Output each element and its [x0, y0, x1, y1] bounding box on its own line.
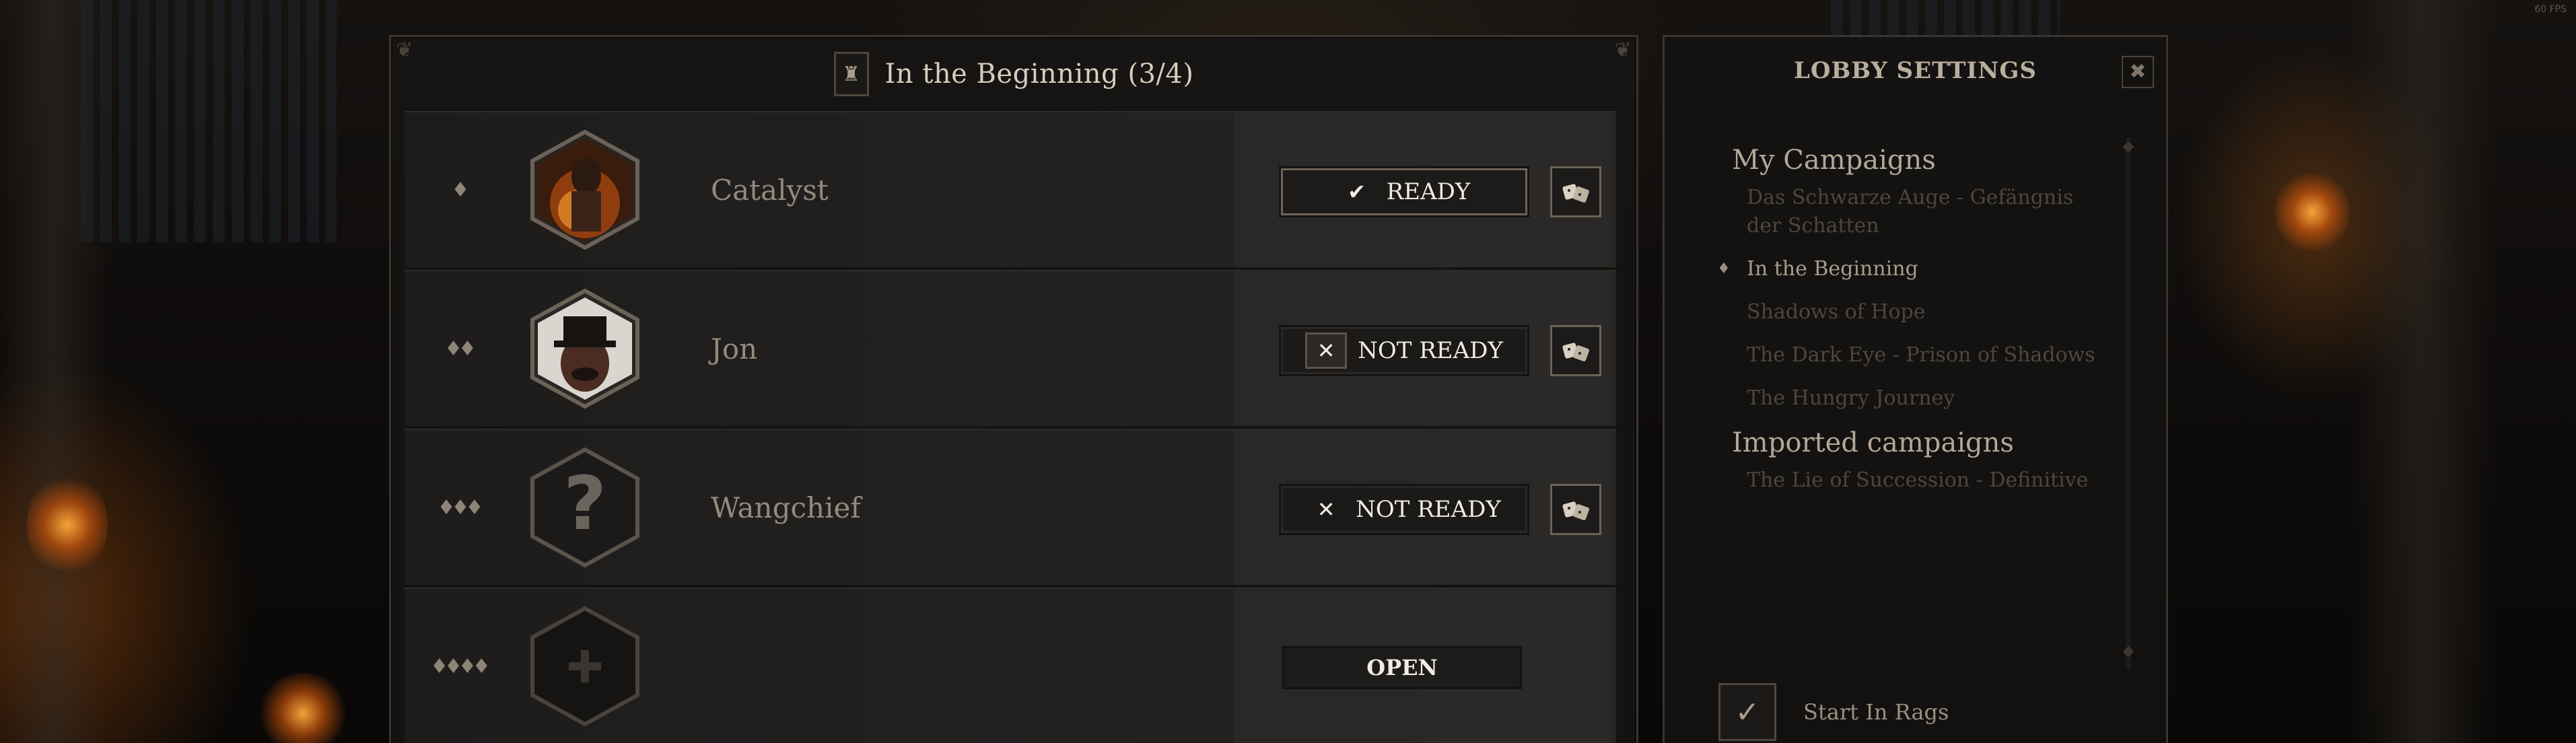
group-title: My Campaigns	[1732, 145, 1936, 176]
campaign-item[interactable]: The Hungry Journey	[1732, 384, 2109, 413]
start-in-rags-checkbox[interactable]: ✓	[1718, 683, 1776, 741]
lobby-settings-title: LOBBY SETTINGS	[1794, 57, 2037, 84]
player-row: ♦♦ Jon ✕ NOT READY	[405, 270, 1616, 426]
status-area: ✕ NOT READY	[1234, 271, 1611, 426]
campaign-item[interactable]: Shadows of Hope	[1732, 298, 2109, 326]
cross-icon: ✕	[1305, 332, 1348, 369]
campaign-item[interactable]: The Dark Eye - Prison of Shadows	[1732, 341, 2109, 369]
status-area: ✕ NOT READY	[1234, 430, 1611, 585]
dice-button[interactable]	[1550, 325, 1601, 376]
campaign-label: The Hungry Journey	[1747, 386, 1955, 410]
ready-button[interactable]: ✔ READY	[1281, 168, 1527, 215]
not-ready-button[interactable]: ✕ NOT READY	[1281, 327, 1527, 374]
campaign-label: The Dark Eye - Prison of Shadows	[1747, 343, 2095, 367]
player-row: ♦♦♦ ? Wangchief ✕ NOT READY	[405, 429, 1616, 585]
party-panel: ❦ ❦ ♜ In the Beginning (3/4) ♦ Catalyst …	[389, 35, 1638, 743]
player-row: ♦♦♦♦ OPEN	[405, 588, 1616, 743]
open-slot-button[interactable]: OPEN	[1284, 648, 1520, 687]
campaign-item-selected[interactable]: ♦ In the Beginning	[1717, 255, 2109, 283]
slot-marker: ♦	[451, 178, 470, 202]
start-in-rags-label: Start In Rags	[1803, 699, 1949, 725]
scrollbar[interactable]	[2126, 138, 2131, 670]
background-window	[81, 0, 337, 242]
checkmark-icon: ✔	[1348, 179, 1366, 205]
player-name: Jon	[711, 332, 758, 365]
lobby-settings-panel: LOBBY SETTINGS ✖ ◆ ◆ My Campaigns Das Sc…	[1663, 35, 2168, 743]
player-list: ♦ Catalyst ✔ READY ♦♦ Jon ✕ NOT READY ♦♦…	[405, 111, 1616, 743]
group-title: Imported campaigns	[1732, 427, 2014, 458]
status-area: ✔ READY	[1234, 112, 1611, 267]
player-name: Wangchief	[711, 491, 861, 524]
status-area: OPEN	[1234, 589, 1611, 743]
dice-button[interactable]	[1550, 484, 1601, 535]
tower-icon: ♜	[833, 52, 869, 96]
party-header: ♜ In the Beginning (3/4)	[391, 37, 1636, 111]
campaign-list: My Campaigns Das Schwarze Auge - Gefängn…	[1717, 137, 2109, 509]
campaign-label: Shadows of Hope	[1747, 300, 1926, 324]
empty-slot-portrait	[524, 606, 646, 727]
top-hat-portrait	[524, 288, 646, 409]
unknown-portrait: ?	[524, 447, 646, 568]
status-label: READY	[1386, 178, 1471, 205]
scroll-down-icon[interactable]: ◆	[2120, 643, 2136, 660]
game-scene-background: 60 FPS ❦ ❦ ♜ In the Beginning (3/4) ♦ Ca…	[0, 0, 2576, 743]
campaign-item[interactable]: The Lie of Succession - Definitive	[1732, 466, 2109, 495]
dice-icon	[1562, 501, 1589, 520]
torch-flame	[27, 471, 108, 579]
player-row: ♦ Catalyst ✔ READY	[405, 111, 1616, 267]
cross-icon: ✕	[1317, 497, 1335, 522]
torch-flame	[256, 673, 350, 743]
start-in-rags-option[interactable]: ✓ Start In Rags	[1718, 683, 1949, 741]
dice-button[interactable]	[1550, 166, 1601, 217]
dice-icon	[1562, 184, 1589, 203]
status-label: OPEN	[1366, 655, 1438, 680]
campaign-label: Das Schwarze Auge - Gefängnis der Schatt…	[1747, 186, 2074, 238]
close-icon[interactable]: ✖	[2122, 56, 2154, 88]
not-ready-button[interactable]: ✕ NOT READY	[1281, 486, 1527, 533]
slot-marker: ♦♦♦	[437, 495, 484, 520]
campaign-label: In the Beginning	[1747, 257, 1918, 281]
background-pillar	[0, 0, 108, 743]
campaign-item[interactable]: Das Schwarze Auge - Gefängnis der Schatt…	[1732, 184, 2109, 240]
party-title: In the Beginning (3/4)	[884, 59, 1194, 90]
status-label: NOT READY	[1356, 496, 1501, 523]
fps-counter: 60 FPS	[2534, 4, 2567, 15]
torch-flame	[2275, 168, 2349, 256]
status-label: NOT READY	[1358, 337, 1503, 364]
svg-text:?: ?	[563, 460, 606, 546]
slot-marker: ♦♦	[444, 337, 477, 361]
background-pillar	[2349, 0, 2497, 743]
player-name: Catalyst	[711, 173, 829, 207]
dice-icon	[1562, 343, 1589, 361]
fire-mage-portrait	[524, 129, 646, 250]
campaign-label: The Lie of Succession - Definitive	[1747, 468, 2089, 492]
selected-marker-icon: ♦	[1717, 260, 1731, 277]
slot-marker: ♦♦♦♦	[430, 654, 491, 678]
